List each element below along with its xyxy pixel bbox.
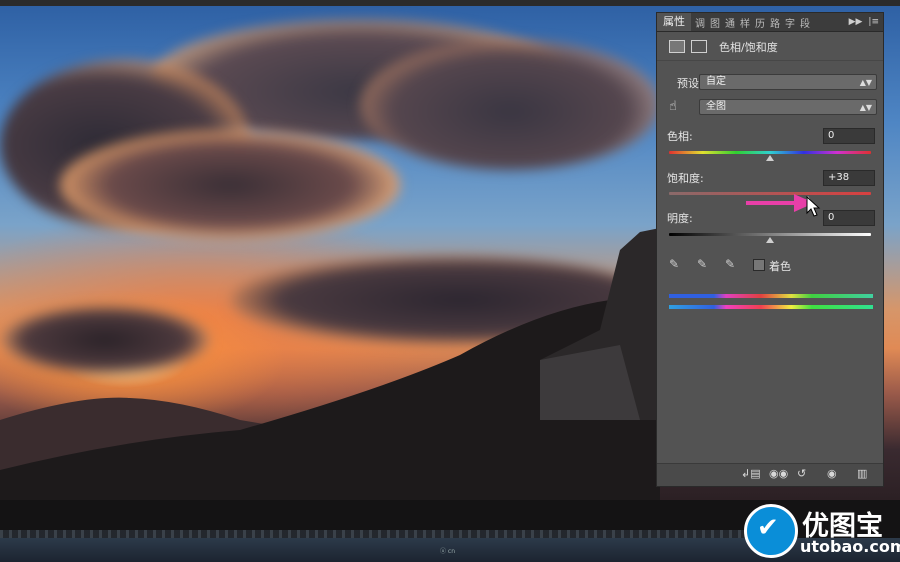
channel-dropdown[interactable]: 全图 ▲▼	[699, 99, 877, 115]
preset-value: 自定	[706, 76, 726, 87]
dropdown-arrow-icon: ▲▼	[859, 103, 872, 112]
lightness-slider-thumb[interactable]	[766, 237, 774, 243]
mouse-cursor-icon	[806, 196, 821, 217]
eyedropper-subtract-icon[interactable]: ✎	[725, 257, 735, 271]
tab-properties[interactable]: 属性	[657, 13, 691, 31]
adjustment-header: 色相/饱和度	[657, 32, 883, 61]
tab-styles[interactable]: 样	[740, 15, 750, 30]
panel-menu-icon[interactable]: |≡	[868, 17, 879, 27]
hue-slider-track[interactable]	[669, 151, 871, 154]
output-spectrum-bar	[669, 305, 873, 309]
colorize-checkbox[interactable]	[753, 259, 765, 271]
tab-layers[interactable]: 图	[710, 15, 720, 30]
saturation-label: 饱和度:	[667, 172, 704, 185]
collapse-icon[interactable]: ▶▶	[849, 17, 863, 27]
saturation-input[interactable]: +38	[823, 170, 875, 186]
panel-controls: ▶▶ |≡	[849, 13, 879, 31]
panel-tab-group: 调 图 通 样 历 路 字 段	[695, 13, 810, 31]
tab-character[interactable]: 字	[785, 15, 795, 30]
hand-tool-icon[interactable]: ☝	[669, 99, 677, 114]
lightness-label: 明度:	[667, 212, 693, 225]
dropdown-arrow-icon: ▲▼	[859, 78, 872, 87]
properties-panel: 属性 调 图 通 样 历 路 字 段 ▶▶ |≡ 色相/饱和度 预设: 自定 ▲…	[656, 12, 884, 487]
adjustment-title: 色相/饱和度	[719, 41, 778, 54]
lightness-slider-track[interactable]	[669, 233, 871, 236]
tab-channels[interactable]: 通	[725, 15, 735, 30]
watermark-small-text: ⓤ cn	[440, 548, 456, 555]
panel-tab-bar: 属性 调 图 通 样 历 路 字 段 ▶▶ |≡	[657, 13, 883, 32]
hue-label: 色相:	[667, 130, 693, 143]
reset-icon[interactable]: ↺	[797, 467, 806, 480]
delete-trash-icon[interactable]: ▥	[857, 467, 867, 480]
eyedropper-add-icon[interactable]: ✎	[697, 257, 707, 271]
input-spectrum-bar	[669, 294, 873, 298]
clip-to-layer-icon[interactable]: ↲▤	[741, 467, 761, 480]
adjustment-layer-icon	[669, 40, 685, 53]
window-top-edge	[0, 0, 900, 6]
tab-paths[interactable]: 路	[770, 15, 780, 30]
hue-slider-thumb[interactable]	[766, 155, 774, 161]
watermark-logo-icon: ✔	[744, 504, 798, 558]
preset-dropdown[interactable]: 自定 ▲▼	[699, 74, 877, 90]
tab-paragraph[interactable]: 段	[800, 15, 810, 30]
tab-adjustments[interactable]: 调	[695, 15, 705, 30]
hue-input[interactable]: 0	[823, 128, 875, 144]
layer-mask-icon	[691, 40, 707, 53]
panel-footer: ↲▤ ◉◉ ↺ ◉ ▥	[657, 463, 883, 486]
watermark-url: utobao.com	[800, 537, 900, 556]
eyedropper-icon[interactable]: ✎	[669, 257, 679, 271]
lightness-input[interactable]: 0	[823, 210, 875, 226]
colorize-label: 着色	[769, 260, 791, 273]
view-previous-icon[interactable]: ◉◉	[769, 467, 788, 480]
visibility-eye-icon[interactable]: ◉	[827, 467, 837, 480]
channel-value: 全图	[706, 101, 726, 112]
tab-history[interactable]: 历	[755, 15, 765, 30]
